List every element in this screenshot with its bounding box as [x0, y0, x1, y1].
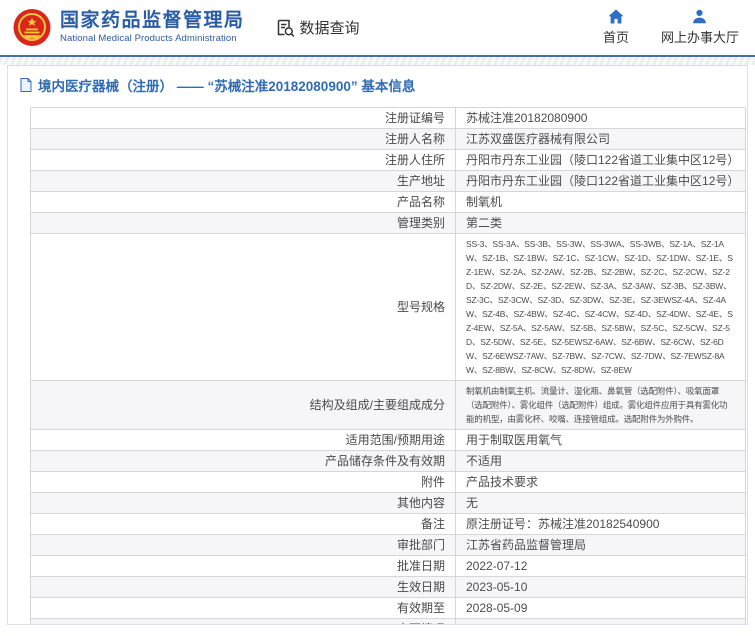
row-label-text: 型号规格 [397, 300, 445, 314]
row-label-text: 管理类别 [397, 216, 445, 230]
row-value: 原注册证号：苏械注准20182540900 [456, 514, 746, 535]
row-value [456, 619, 746, 626]
row-label-text: 注册人住所 [385, 153, 445, 167]
table-row: 注册证编号苏械注准20182080900 [31, 108, 746, 129]
document-search-icon [275, 18, 295, 38]
row-label-text: 有效期至 [397, 601, 445, 615]
row-label: 结构及组成/主要组成成分 [31, 381, 456, 430]
row-label: 生效日期 [31, 577, 456, 598]
row-label: 其他内容 [31, 493, 456, 514]
table-row: 型号规格 SS-3、SS-3A、SS-3B、SS-3W、SS-3WA、SS-3WB… [31, 234, 746, 381]
nav-home[interactable]: 首页 [603, 9, 629, 46]
row-value: 丹阳市丹东工业园（陵口122省道工业集中区12号） [456, 171, 746, 192]
site-titles: 国家药品监督管理局 National Medical Products Admi… [60, 11, 245, 44]
nav-home-label: 首页 [603, 27, 629, 46]
table-row: 结构及组成/主要组成成分制氧机由制氧主机、流量计、湿化瓶、鼻氧管（选配附件）、吸… [31, 381, 746, 430]
detail-table-body: 注册证编号苏械注准20182080900注册人名称江苏双盛医疗器械有限公司注册人… [31, 108, 746, 626]
row-label: 批准日期 [31, 556, 456, 577]
content-panel: 境内医疗器械（注册） —— “苏械注准20182080900” 基本信息 注册证… [7, 65, 748, 625]
row-value: 2028-05-09 [456, 598, 746, 619]
row-value: 2023-05-10 [456, 577, 746, 598]
row-value: 用于制取医用氧气 [456, 430, 746, 451]
table-row: 适用范围/预期用途用于制取医用氧气 [31, 430, 746, 451]
row-label: 适用范围/预期用途 [31, 430, 456, 451]
row-label: 审批部门 [31, 535, 456, 556]
breadcrumb: 境内医疗器械（注册） —— “苏械注准20182080900” 基本信息 [8, 66, 747, 99]
table-row: 注册人名称江苏双盛医疗器械有限公司 [31, 129, 746, 150]
row-label-text: 适用范围/预期用途 [346, 433, 445, 447]
nav-data-query[interactable]: 数据查询 [275, 17, 360, 38]
row-label-text: 结构及组成/主要组成成分 [310, 398, 445, 412]
user-icon [692, 9, 707, 24]
row-label-text: 注册证编号 [385, 111, 445, 125]
row-value: 制氧机由制氧主机、流量计、湿化瓶、鼻氧管（选配附件）、吸氧面罩（选配附件）、雾化… [456, 381, 746, 430]
row-value: 产品技术要求 [456, 472, 746, 493]
table-row: 生效日期 2023-05-10 [31, 577, 746, 598]
row-label: 注册人名称 [31, 129, 456, 150]
table-row: 有效期至 2028-05-09 [31, 598, 746, 619]
header-nav: 首页 网上办事大厅 [603, 9, 743, 46]
row-label: 变更情况 [31, 619, 456, 626]
row-label: 备注 [31, 514, 456, 535]
row-value: 苏械注准20182080900 [456, 108, 746, 129]
detail-table: 注册证编号苏械注准20182080900注册人名称江苏双盛医疗器械有限公司注册人… [30, 107, 746, 625]
row-label: 产品储存条件及有效期 [31, 451, 456, 472]
table-row: 批准日期 2022-07-12 [31, 556, 746, 577]
row-label-text: 附件 [421, 475, 445, 489]
site-header: 国家药品监督管理局 National Medical Products Admi… [0, 0, 755, 57]
row-label-text: 备注 [421, 517, 445, 531]
national-emblem-icon [12, 8, 52, 48]
row-value: 无 [456, 493, 746, 514]
row-value: 江苏省药品监督管理局 [456, 535, 746, 556]
decorative-hatch-strip [0, 57, 755, 65]
row-label-text: 产品储存条件及有效期 [325, 454, 445, 468]
row-label: 注册证编号 [31, 108, 456, 129]
site-logo-link[interactable]: 国家药品监督管理局 National Medical Products Admi… [12, 8, 245, 48]
table-row: 备注原注册证号：苏械注准20182540900 [31, 514, 746, 535]
data-query-label: 数据查询 [300, 17, 360, 38]
row-label-text: 审批部门 [397, 538, 445, 552]
row-value: 制氧机 [456, 192, 746, 213]
row-value: 江苏双盛医疗器械有限公司 [456, 129, 746, 150]
row-label-text: 批准日期 [397, 559, 445, 573]
table-row: 产品储存条件及有效期不适用 [31, 451, 746, 472]
row-value: 2022-07-12 [456, 556, 746, 577]
row-label: 有效期至 [31, 598, 456, 619]
row-label-text: 生效日期 [397, 580, 445, 594]
row-label: 管理类别 [31, 213, 456, 234]
row-label-text: 注册人名称 [385, 132, 445, 146]
home-icon [608, 9, 624, 24]
row-value: SS-3、SS-3A、SS-3B、SS-3W、SS-3WA、SS-3WB、SZ-… [456, 234, 746, 381]
breadcrumb-text: 境内医疗器械（注册） —— “苏械注准20182080900” 基本信息 [38, 75, 415, 95]
row-value: 第二类 [456, 213, 746, 234]
org-name-en: National Medical Products Administration [60, 34, 245, 44]
row-value: 丹阳市丹东工业园（陵口122省道工业集中区12号） [456, 150, 746, 171]
table-row: 附件产品技术要求 [31, 472, 746, 493]
table-row: 注册人住所丹阳市丹东工业园（陵口122省道工业集中区12号） [31, 150, 746, 171]
org-name-zh: 国家药品监督管理局 [60, 11, 245, 31]
row-label-text: 其他内容 [397, 496, 445, 510]
table-row: 其他内容无 [31, 493, 746, 514]
row-label: 生产地址 [31, 171, 456, 192]
row-label-text: 变更情况 [397, 622, 445, 625]
table-row: 审批部门江苏省药品监督管理局 [31, 535, 746, 556]
table-row: 生产地址丹阳市丹东工业园（陵口122省道工业集中区12号） [31, 171, 746, 192]
row-label: 附件 [31, 472, 456, 493]
row-label-text: 产品名称 [397, 195, 445, 209]
row-label: 注册人住所 [31, 150, 456, 171]
table-row: 变更情况 [31, 619, 746, 626]
table-row: 产品名称制氧机 [31, 192, 746, 213]
document-icon [20, 78, 32, 92]
nav-service-hall[interactable]: 网上办事大厅 [661, 9, 739, 46]
table-row: 管理类别第二类 [31, 213, 746, 234]
nav-service-hall-label: 网上办事大厅 [661, 27, 739, 46]
row-value: 不适用 [456, 451, 746, 472]
row-label: 型号规格 [31, 234, 456, 381]
row-label-text: 生产地址 [397, 174, 445, 188]
row-label: 产品名称 [31, 192, 456, 213]
